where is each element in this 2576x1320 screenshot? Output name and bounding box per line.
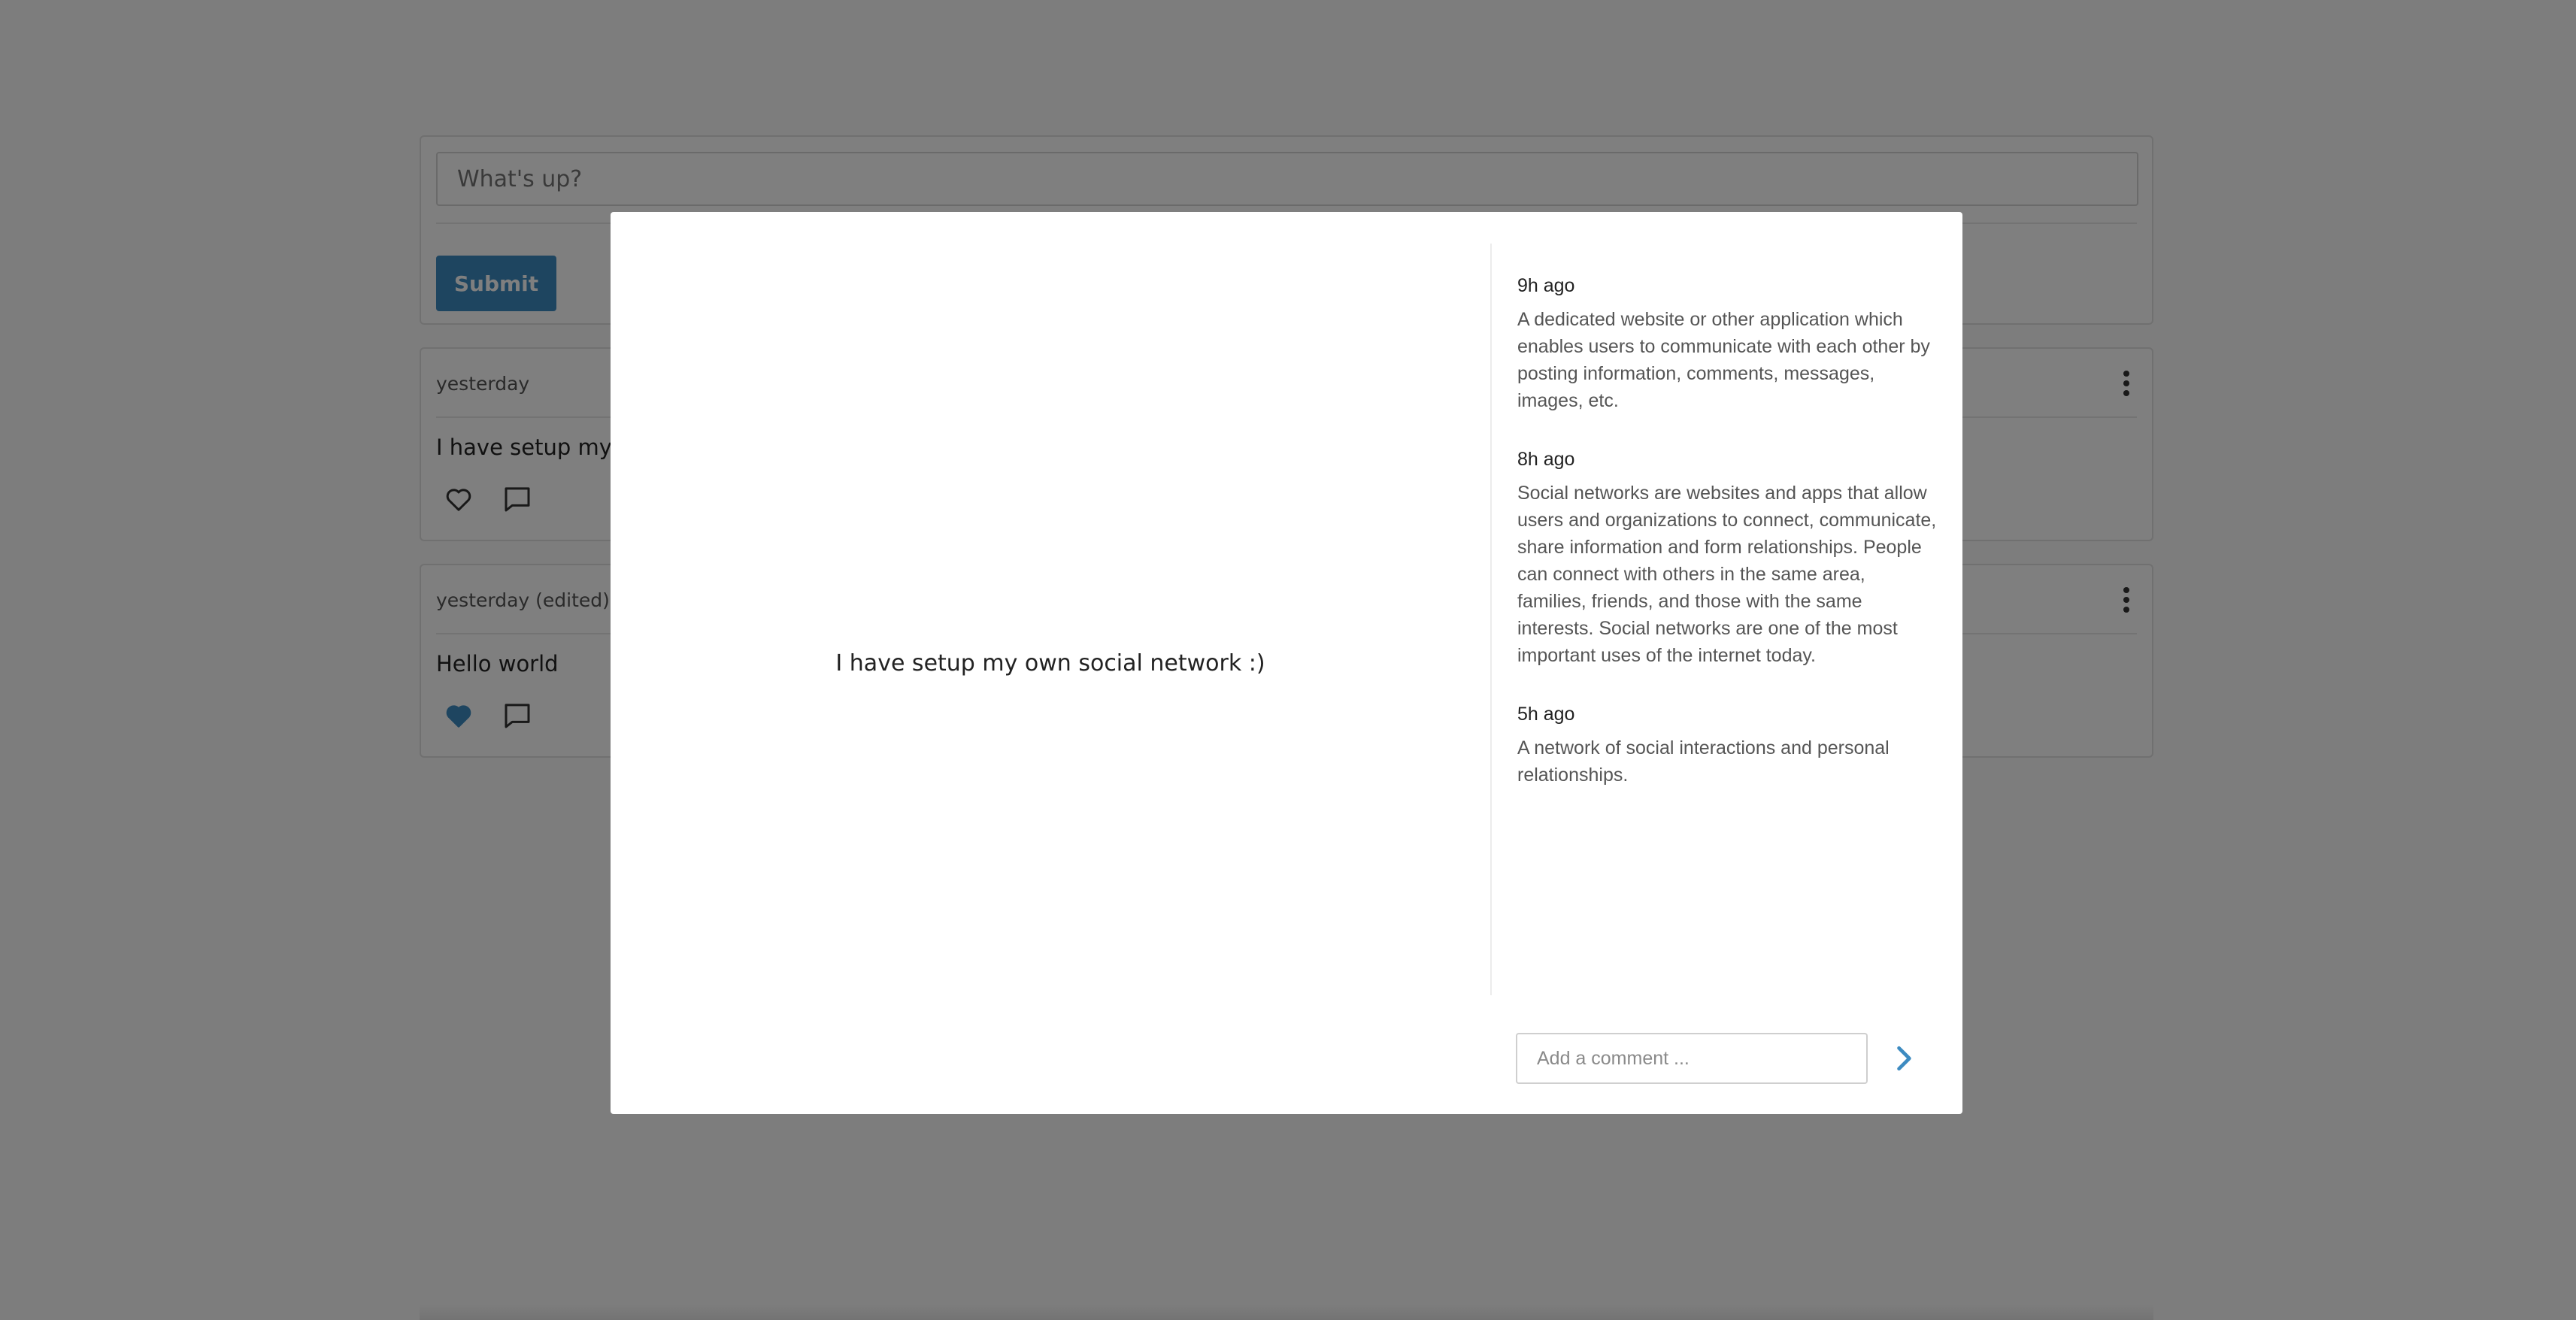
divider: [1490, 244, 1492, 995]
comment-item: 8h ago Social networks are websites and …: [1517, 449, 1938, 669]
modal-post-text: I have setup my own social network :): [835, 649, 1265, 677]
comment-item: 5h ago A network of social interactions …: [1517, 704, 1938, 789]
chevron-right-icon[interactable]: [1887, 1042, 1920, 1075]
comments-list: 9h ago A dedicated website or other appl…: [1517, 275, 1938, 823]
comment-timestamp: 5h ago: [1517, 704, 1575, 725]
post-detail-modal: I have setup my own social network :) 9h…: [611, 212, 1962, 1114]
comment-input[interactable]: [1516, 1033, 1868, 1084]
comment-item: 9h ago A dedicated website or other appl…: [1517, 275, 1938, 414]
comment-timestamp: 8h ago: [1517, 449, 1575, 470]
comment-timestamp: 9h ago: [1517, 275, 1575, 296]
modal-post-panel: I have setup my own social network :): [611, 212, 1490, 1114]
comment-text: Social networks are websites and apps th…: [1517, 483, 1937, 666]
comment-text: A dedicated website or other application…: [1517, 309, 1930, 411]
comment-text: A network of social interactions and per…: [1517, 737, 1890, 786]
